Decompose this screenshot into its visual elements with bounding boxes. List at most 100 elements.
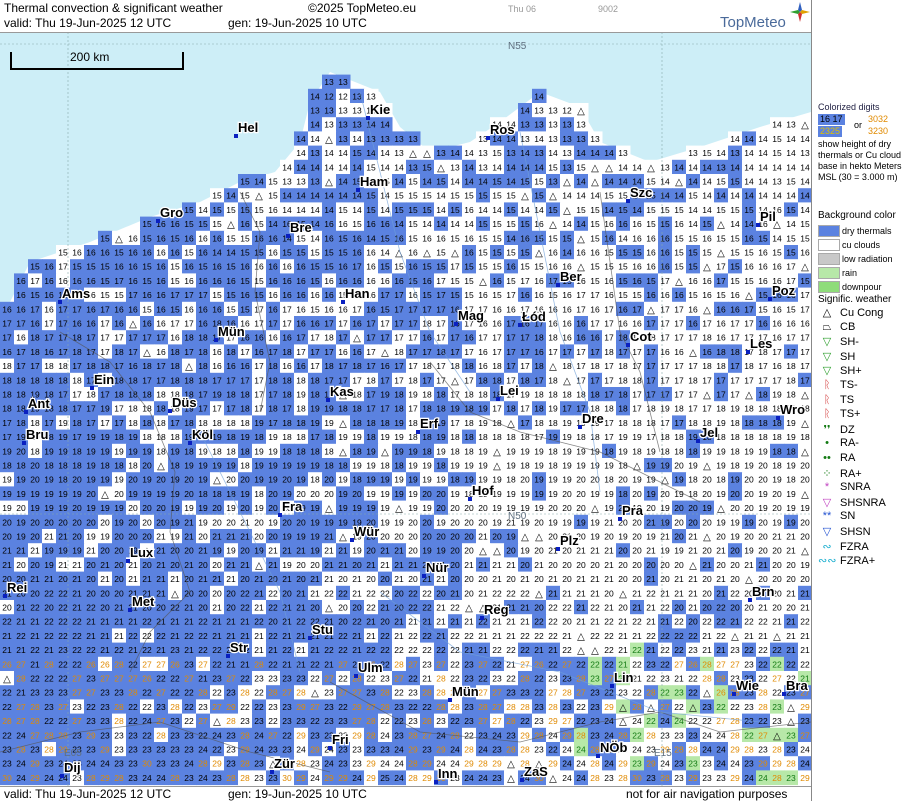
thermal-height-digit: 23 bbox=[702, 759, 712, 769]
thermal-height-digit: 20 bbox=[786, 574, 796, 584]
thermal-height-digit: 22 bbox=[450, 631, 460, 641]
thermal-height-digit: 22 bbox=[548, 745, 558, 755]
thermal-height-digit: 20 bbox=[72, 475, 82, 485]
thermal-height-digit: 16 bbox=[86, 319, 96, 329]
thermal-height-digit: 15 bbox=[394, 205, 404, 215]
thermal-height-digit: 21 bbox=[86, 546, 96, 556]
thermal-height-digit: 18 bbox=[618, 361, 628, 371]
thermal-height-digit: 21 bbox=[128, 574, 138, 584]
thermal-height-digit: 17 bbox=[674, 390, 684, 400]
thermal-height-digit: 21 bbox=[184, 532, 194, 542]
thermal-height-digit: 17 bbox=[352, 304, 362, 314]
thermal-height-digit: 16 bbox=[744, 233, 754, 243]
thermal-height-digit: 14 bbox=[296, 148, 306, 158]
thermal-height-digit: 20 bbox=[408, 517, 418, 527]
thermal-height-digit: 23 bbox=[688, 730, 698, 740]
thermal-height-digit: 16 bbox=[562, 319, 572, 329]
thermal-height-digit: 23 bbox=[156, 702, 166, 712]
thermal-height-digit: 16 bbox=[240, 262, 250, 272]
cu-cong-symbol: △ bbox=[129, 319, 137, 330]
thermal-height-digit: 21 bbox=[646, 645, 656, 655]
thermal-height-digit: 19 bbox=[380, 475, 390, 485]
thermal-height-digit: 22 bbox=[72, 645, 82, 655]
thermal-height-digit: 20 bbox=[338, 603, 348, 613]
thermal-height-digit: 22 bbox=[58, 659, 68, 669]
thermal-height-digit: 22 bbox=[310, 716, 320, 726]
thermal-height-digit: 22 bbox=[240, 588, 250, 598]
thermal-height-digit: 23 bbox=[100, 730, 110, 740]
thermal-height-digit: 17 bbox=[268, 347, 278, 357]
thermal-height-digit: 27 bbox=[730, 659, 740, 669]
thermal-height-digit: 21 bbox=[100, 645, 110, 655]
thermal-height-digit: 18 bbox=[604, 347, 614, 357]
thermal-height-digit: 22 bbox=[758, 716, 768, 726]
forecast-map[interactable]: 13 13 14 12 12 13 13 14 13 13 13 13 13 13 14 13 13 12 △ 14 1… bbox=[0, 32, 811, 786]
thermal-height-digit: 23 bbox=[464, 716, 474, 726]
thermal-height-digit: 28 bbox=[520, 674, 530, 684]
thermal-height-digit: 19 bbox=[226, 461, 236, 471]
thermal-height-digit: 14 bbox=[730, 134, 740, 144]
thermal-height-digit: 15 bbox=[618, 248, 628, 258]
thermal-height-digit: 21 bbox=[436, 617, 446, 627]
thermal-height-digit: 18 bbox=[492, 361, 502, 371]
thermal-height-digit: 21 bbox=[520, 617, 530, 627]
thermal-height-digit: 17 bbox=[100, 390, 110, 400]
thermal-height-digit: 18 bbox=[758, 432, 768, 442]
thermal-height-digit: 19 bbox=[282, 489, 292, 499]
thermal-height-digit: 23 bbox=[646, 659, 656, 669]
thermal-height-digit: 21 bbox=[716, 645, 726, 655]
thermal-height-digit: 19 bbox=[380, 489, 390, 499]
thermal-height-digit: 20 bbox=[142, 517, 152, 527]
thermal-height-digit: 16 bbox=[2, 304, 12, 314]
thermal-height-digit: 14 bbox=[338, 162, 348, 172]
thermal-height-digit: 14 bbox=[534, 91, 544, 101]
thermal-height-digit: 19 bbox=[324, 517, 334, 527]
thermal-height-digit: 21 bbox=[240, 617, 250, 627]
thermal-height-digit: 13 bbox=[282, 177, 292, 187]
thermal-height-digit: 18 bbox=[548, 333, 558, 343]
thermal-height-digit: 16 bbox=[282, 276, 292, 286]
thermal-height-digit: 21 bbox=[688, 532, 698, 542]
thermal-height-digit: 14 bbox=[702, 177, 712, 187]
thermal-height-digit: 20 bbox=[240, 503, 250, 513]
thermal-height-digit: 18 bbox=[198, 489, 208, 499]
thermal-height-digit: 18 bbox=[618, 404, 628, 414]
thermal-height-digit: 21 bbox=[408, 617, 418, 627]
thermal-height-digit: 16 bbox=[72, 248, 82, 258]
thermal-height-digit: 19 bbox=[478, 418, 488, 428]
thermal-height-digit: 21 bbox=[772, 532, 782, 542]
thermal-height-digit: 15 bbox=[506, 219, 516, 229]
thermal-height-digit: 22 bbox=[450, 659, 460, 669]
thermal-height-digit: 15 bbox=[184, 205, 194, 215]
thermal-height-digit: 20 bbox=[100, 603, 110, 613]
thermal-height-digit: 22 bbox=[268, 603, 278, 613]
thermal-height-digit: 16 bbox=[632, 219, 642, 229]
thermal-height-digit: 18 bbox=[716, 347, 726, 357]
thermal-height-digit: 20 bbox=[156, 603, 166, 613]
thermal-height-digit: 23 bbox=[506, 730, 516, 740]
thermal-height-digit: 18 bbox=[296, 375, 306, 385]
thermal-height-digit: 17 bbox=[548, 347, 558, 357]
thermal-height-digit: 19 bbox=[520, 390, 530, 400]
cu-cong-symbol: △ bbox=[717, 504, 725, 515]
thermal-height-digit: 20 bbox=[380, 532, 390, 542]
thermal-height-digit: 18 bbox=[226, 347, 236, 357]
thermal-height-digit: 17 bbox=[758, 361, 768, 371]
thermal-height-digit: 29 bbox=[408, 745, 418, 755]
thermal-height-digit: 16 bbox=[758, 276, 768, 286]
thermal-height-digit: 16 bbox=[240, 219, 250, 229]
thermal-height-digit: 17 bbox=[660, 418, 670, 428]
thermal-height-digit: 20 bbox=[646, 560, 656, 570]
thermal-height-digit: 18 bbox=[618, 390, 628, 400]
thermal-height-digit: 20 bbox=[758, 461, 768, 471]
thermal-height-digit: 17 bbox=[268, 390, 278, 400]
thermal-height-digit: 19 bbox=[548, 517, 558, 527]
thermal-height-digit: 14 bbox=[226, 248, 236, 258]
thermal-height-digit: 28 bbox=[520, 745, 530, 755]
thermal-height-digit: 20 bbox=[450, 560, 460, 570]
thermal-height-digit: 23 bbox=[114, 688, 124, 698]
thermal-height-digit: 14 bbox=[674, 162, 684, 172]
thermal-height-digit: 18 bbox=[716, 475, 726, 485]
thermal-height-digit: 23 bbox=[352, 759, 362, 769]
thermal-height-digit: 22 bbox=[520, 645, 530, 655]
